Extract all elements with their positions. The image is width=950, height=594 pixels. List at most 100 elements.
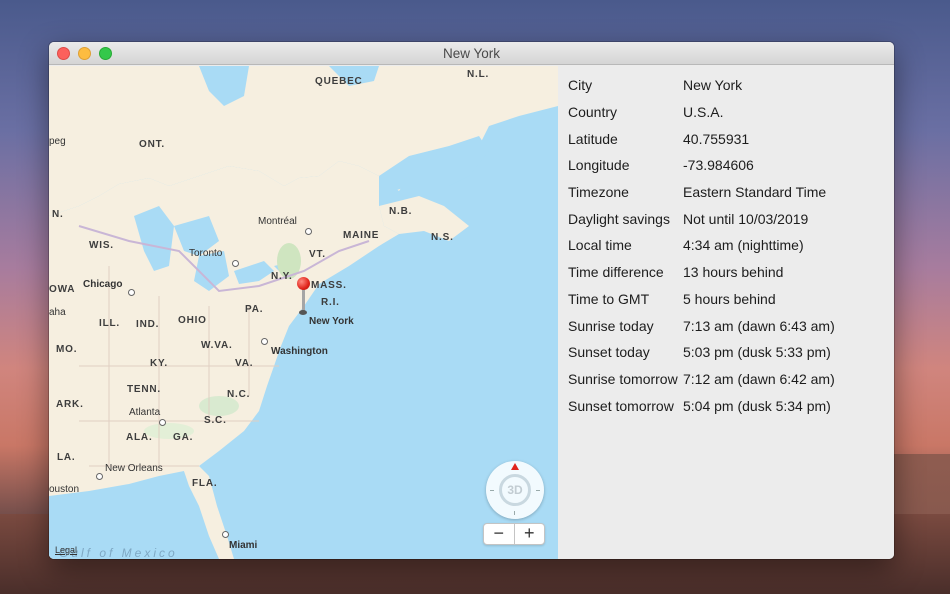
city-dot-neworleans	[96, 473, 103, 480]
info-row: Time difference 13 hours behind	[558, 259, 894, 286]
info-row: Country U.S.A.	[558, 99, 894, 126]
map-label-montreal: Montréal	[258, 216, 297, 227]
info-key: Time to GMT	[568, 290, 650, 307]
info-key: Sunset today	[568, 344, 650, 361]
info-row: Sunset tomorrow 5:04 pm (dusk 5:34 pm)	[558, 392, 894, 419]
map-label-nc: N.C.	[227, 389, 251, 400]
map-label-mo: MO.	[56, 344, 78, 355]
map-label-wva: W.VA.	[201, 340, 233, 351]
map-label-toronto: Toronto	[189, 248, 223, 259]
3d-toggle[interactable]: 3D	[499, 474, 531, 506]
info-row: Latitude 40.755931	[558, 125, 894, 152]
map-label-n: N.	[52, 209, 64, 220]
city-dot-chicago	[128, 289, 135, 296]
zoom-out-button[interactable]: −	[484, 524, 515, 544]
info-row: Daylight savings Not until 10/03/2019	[558, 205, 894, 232]
legal-link[interactable]: Legal	[55, 545, 77, 555]
info-key: Longitude	[568, 157, 630, 174]
map-label-newyork: New York	[309, 316, 354, 327]
map-label-nl: N.L.	[467, 69, 490, 80]
map-label-ri: R.I.	[321, 297, 340, 308]
info-key: Sunrise today	[568, 317, 654, 334]
pin-base	[299, 310, 307, 315]
map-label-mass: MASS.	[311, 280, 347, 291]
info-value: 7:12 am (dawn 6:42 am)	[683, 370, 835, 387]
info-row: Timezone Eastern Standard Time	[558, 179, 894, 206]
info-value: New York	[683, 77, 743, 94]
map-label-vt: VT.	[309, 249, 326, 260]
map-label-ky: KY.	[150, 358, 168, 369]
zoom-in-button[interactable]: +	[515, 524, 545, 544]
info-value: 40.755931	[683, 130, 750, 147]
map-label-maine: MAINE	[343, 230, 380, 241]
map-label-fla: FLA.	[192, 478, 218, 489]
city-dot-washington	[261, 338, 268, 345]
city-dot-miami	[222, 531, 229, 538]
info-row: Sunset today 5:03 pm (dusk 5:33 pm)	[558, 339, 894, 366]
map-label-ill: ILL.	[99, 318, 120, 329]
info-row: Time to GMT 5 hours behind	[558, 286, 894, 313]
info-value: 4:34 am (nighttime)	[683, 237, 804, 254]
compass-north-icon	[511, 463, 519, 470]
info-key: Daylight savings	[568, 210, 670, 227]
map-label-va: VA.	[235, 358, 254, 369]
map-view[interactable]: QUEBEC N.L. ONT. peg N. N.B. N.S. Montré…	[49, 66, 558, 559]
map-label-atlanta: Atlanta	[129, 407, 161, 418]
info-key: Time difference	[568, 264, 664, 281]
city-dot-atlanta	[159, 419, 166, 426]
info-key: Sunset tomorrow	[568, 397, 674, 414]
info-key: Country	[568, 104, 618, 121]
info-key: Local time	[568, 237, 632, 254]
map-label-ont: ONT.	[139, 139, 165, 150]
map-label-pa: PA.	[245, 304, 264, 315]
zoom-control: − +	[483, 523, 545, 545]
map-label-washington: Washington	[271, 346, 328, 357]
compass-tick-west	[490, 490, 494, 491]
info-row: City New York	[558, 72, 894, 99]
info-value: 5 hours behind	[683, 290, 776, 307]
map-label-quebec: QUEBEC	[315, 76, 363, 87]
info-row: Local time 4:34 am (nighttime)	[558, 232, 894, 259]
compass-control[interactable]: 3D	[486, 461, 544, 519]
title-bar[interactable]: New York	[49, 42, 894, 65]
map-label-chicago: Chicago	[83, 279, 123, 290]
map-label-ark: ARK.	[56, 399, 84, 410]
map-label-sc: S.C.	[204, 415, 227, 426]
map-label-nb: N.B.	[389, 206, 413, 217]
info-value: 5:03 pm (dusk 5:33 pm)	[683, 344, 831, 361]
info-value: 7:13 am (dawn 6:43 am)	[683, 317, 835, 334]
info-row: Sunrise tomorrow 7:12 am (dawn 6:42 am)	[558, 366, 894, 393]
info-value: Eastern Standard Time	[683, 184, 827, 201]
info-key: Latitude	[568, 130, 618, 147]
compass-tick-south	[514, 511, 515, 515]
map-label-peg: peg	[49, 136, 66, 147]
map-label-oha: aha	[49, 307, 66, 318]
map-label-iowa: OWA	[49, 284, 76, 295]
map-label-ga: GA.	[173, 432, 194, 443]
city-dot-montreal	[305, 228, 312, 235]
city-dot-toronto	[232, 260, 239, 267]
info-value: 13 hours behind	[683, 264, 784, 281]
map-label-wis: WIS.	[89, 240, 114, 251]
map-label-miami: Miami	[229, 540, 258, 551]
app-window: New York QUEBEC N.L. ONT. peg N. N.B. N.…	[49, 42, 894, 559]
map-label-ny: N.Y.	[271, 271, 293, 282]
info-row: Longitude -73.984606	[558, 152, 894, 179]
info-panel: City New York Country U.S.A. Latitude 40.75…	[558, 66, 894, 559]
map-label-neworleans: New Orleans	[105, 463, 163, 474]
map-label-ind: IND.	[136, 319, 160, 330]
map-label-ns: N.S.	[431, 232, 454, 243]
map-label-la: LA.	[57, 452, 76, 463]
info-key: Timezone	[568, 184, 629, 201]
info-value: U.S.A.	[683, 104, 724, 121]
window-title: New York	[442, 46, 501, 61]
info-key: Sunrise tomorrow	[568, 370, 678, 387]
location-pin-icon[interactable]	[297, 277, 310, 290]
map-label-tenn: TENN.	[127, 384, 161, 395]
map-label-ohio: OHIO	[178, 315, 207, 326]
info-value: 5:04 pm (dusk 5:34 pm)	[683, 397, 831, 414]
map-label-ala: ALA.	[126, 432, 153, 443]
compass-tick-east	[536, 490, 540, 491]
info-value: -73.984606	[683, 157, 754, 174]
map-label-houston: ouston	[49, 484, 80, 495]
